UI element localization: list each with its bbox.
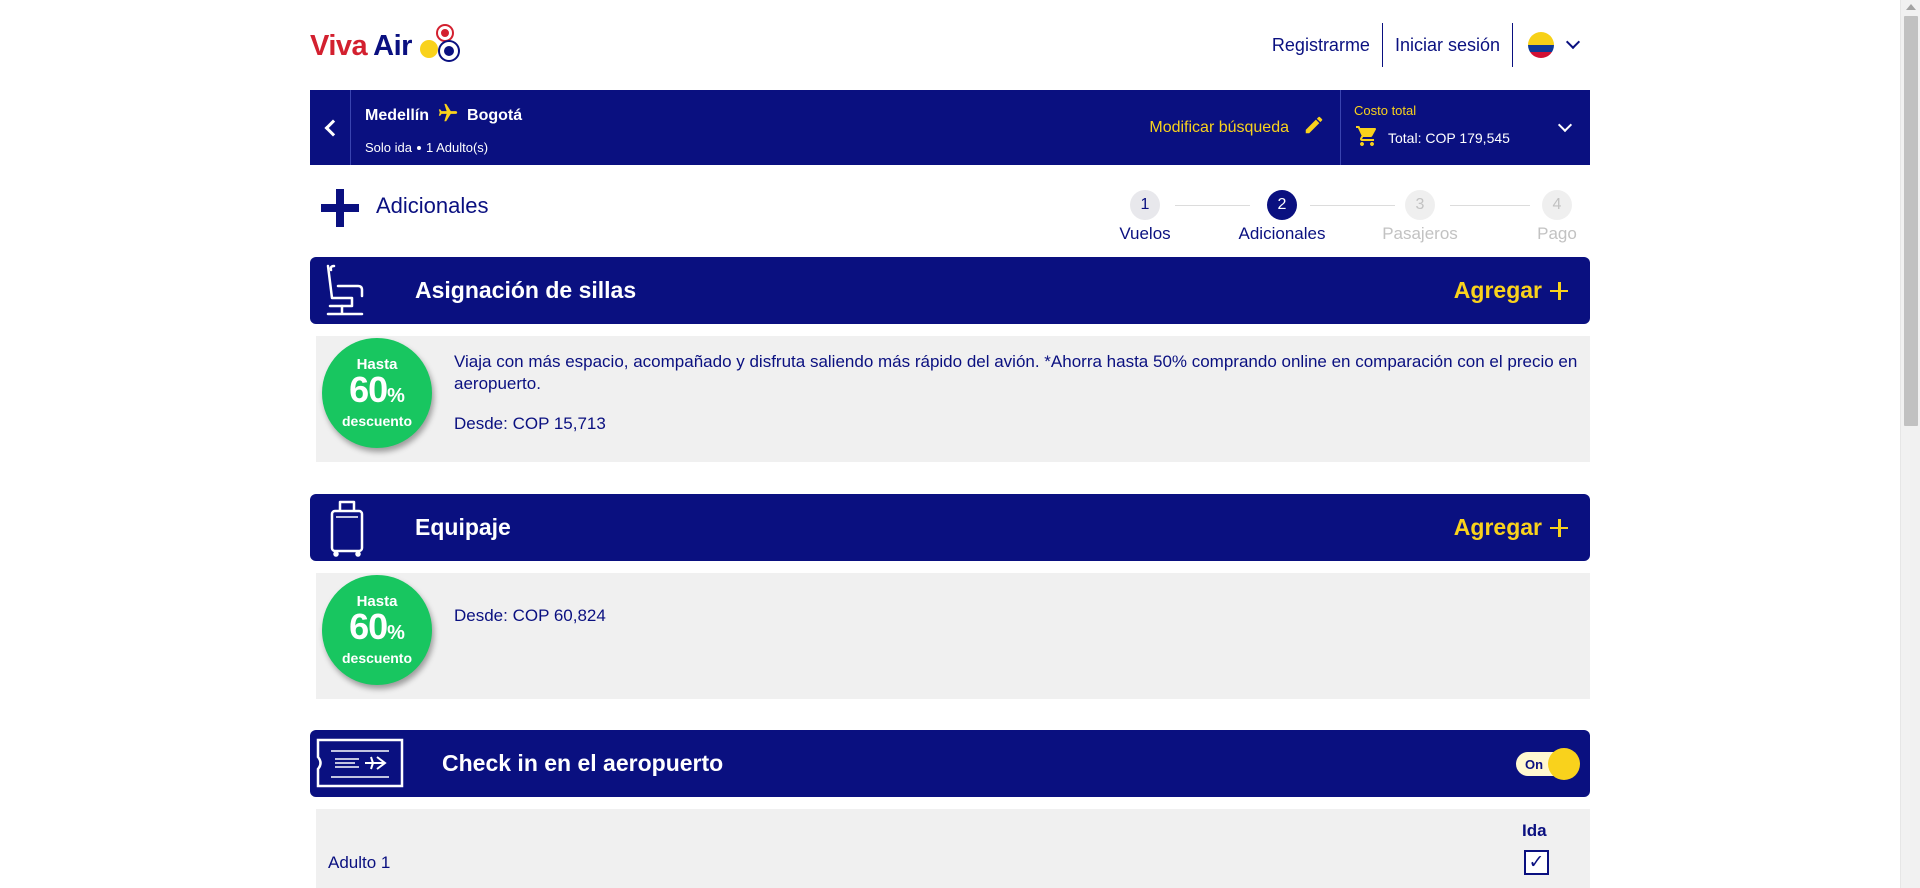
checkin-toggle[interactable]: On: [1516, 748, 1580, 780]
colombia-flag-icon: [1528, 32, 1554, 58]
badge-percent-sign: %: [387, 385, 405, 407]
badge-percent-value: 60: [349, 606, 388, 647]
toggle-label: On: [1525, 757, 1544, 772]
luggage-header[interactable]: Equipaje Agregar: [310, 494, 1590, 561]
booking-stepper: 1 Vuelos 2 Adicionales 3 Pasajeros 4 Pag…: [1070, 190, 1590, 250]
badge-top-text: Hasta: [356, 356, 398, 373]
viva-air-logo[interactable]: Viva Air: [310, 24, 464, 68]
total-cost-dropdown[interactable]: Costo total Total: COP 179,545: [1340, 90, 1590, 165]
plus-icon: [1550, 281, 1568, 300]
step-label: Adicionales: [1238, 224, 1326, 243]
page: Viva Air Registrarme Iniciar sesión Mede…: [0, 0, 1920, 888]
logo-air-text: Air: [373, 29, 412, 62]
plane-icon: [437, 102, 459, 130]
pencil-icon: [1303, 114, 1325, 141]
destination-city: Bogotá: [467, 107, 523, 124]
seat-add-button[interactable]: Agregar: [1454, 257, 1568, 324]
toggle-knob: [1548, 748, 1580, 780]
total-cost-label: Costo total: [1354, 103, 1417, 118]
step-vuelos[interactable]: 1 Vuelos: [1085, 190, 1205, 244]
trip-type: Solo ida: [365, 140, 412, 155]
ida-checkbox[interactable]: ✓: [1524, 850, 1549, 875]
seat-assignment-header[interactable]: Asignación de sillas Agregar: [310, 257, 1590, 324]
step-number: 1: [1130, 190, 1160, 220]
step-number: 2: [1267, 190, 1297, 220]
cart-icon: [1354, 124, 1380, 151]
passenger-count: 1 Adulto(s): [425, 140, 489, 155]
header-nav: Registrarme Iniciar sesión: [1260, 22, 1590, 68]
modify-search-label: Modificar búsqueda: [1149, 118, 1289, 136]
back-button[interactable]: [310, 90, 351, 165]
register-link[interactable]: Registrarme: [1260, 23, 1382, 67]
step-label: Vuelos: [1119, 224, 1171, 243]
luggage-title: Equipaje: [415, 514, 511, 540]
badge-percent-sign: %: [387, 622, 405, 644]
chevron-down-icon: [1557, 117, 1573, 133]
chevron-down-icon: [1565, 34, 1581, 50]
passenger-name: Adulto 1: [328, 853, 391, 872]
step-pago: 4 Pago: [1497, 190, 1617, 244]
seat-assignment-body: Hasta 60% descuento Viaja con más espaci…: [310, 336, 1590, 462]
badge-bottom-text: descuento: [341, 413, 412, 429]
page-title: Adicionales: [376, 193, 489, 218]
badge-percent-value: 60: [349, 369, 388, 410]
origin-city: Medellín: [365, 107, 430, 124]
luggage-add-label: Agregar: [1453, 514, 1542, 540]
country-selector[interactable]: [1513, 32, 1590, 58]
scrollbar-thumb[interactable]: [1904, 16, 1918, 426]
modify-search-button[interactable]: Modificar búsqueda: [1149, 90, 1325, 165]
search-summary-bar: Medellín Bogotá Solo ida 1 Adulto(s) Modi…: [310, 90, 1590, 165]
suitcase-icon: [322, 499, 372, 561]
step-pasajeros: 3 Pasajeros: [1360, 190, 1480, 244]
login-link[interactable]: Iniciar sesión: [1383, 23, 1512, 67]
badge-bottom-text: descuento: [341, 650, 412, 666]
step-adicionales[interactable]: 2 Adicionales: [1222, 190, 1342, 244]
page-scrollbar[interactable]: [1900, 0, 1920, 888]
logo-dots-icon: [416, 26, 464, 66]
logo-viva-text: Viva: [310, 29, 368, 62]
step-number: 4: [1542, 190, 1572, 220]
discount-badge: Hasta 60% descuento: [322, 338, 432, 448]
seat-price: Desde: COP 15,713: [454, 414, 606, 433]
step-label: Pasajeros: [1382, 224, 1458, 243]
seat-assignment-title: Asignación de sillas: [415, 277, 637, 303]
luggage-price: Desde: COP 60,824: [454, 606, 606, 625]
checkin-header: Check in en el aeropuerto On: [310, 730, 1590, 797]
checkin-passenger-panel: Ida Adulto 1 ✓: [316, 809, 1590, 888]
total-cost-value: Total: COP 179,545: [1388, 129, 1510, 146]
step-number: 3: [1405, 190, 1435, 220]
seat-info-panel: Hasta 60% descuento Viaja con más espaci…: [316, 336, 1590, 462]
plus-icon: [1550, 518, 1568, 537]
badge-top-text: Hasta: [356, 593, 398, 610]
seat-description: Viaja con más espacio, acompañado y disf…: [454, 352, 1578, 393]
discount-badge: Hasta 60% descuento: [322, 575, 432, 685]
luggage-add-button[interactable]: Agregar: [1454, 494, 1568, 561]
scroll-up-arrow-icon[interactable]: [1906, 4, 1916, 10]
ticket-icon: [315, 737, 405, 793]
luggage-body: Hasta 60% descuento Desde: COP 60,824: [310, 573, 1590, 699]
seat-add-label: Agregar: [1453, 277, 1542, 303]
separator-dot: [416, 146, 421, 150]
checkin-title: Check in en el aeropuerto: [442, 750, 724, 776]
top-header: Viva Air Registrarme Iniciar sesión: [310, 0, 1590, 90]
route-summary: Medellín Bogotá Solo ida 1 Adulto(s): [365, 102, 522, 155]
seat-icon: [322, 262, 372, 324]
chevron-left-icon: [324, 119, 342, 136]
ida-column-header: Ida: [1522, 821, 1547, 840]
step-label: Pago: [1537, 224, 1577, 243]
checkin-body: Ida Adulto 1 ✓: [310, 809, 1590, 888]
section-header: Adicionales 1 Vuelos 2 Adicionales 3 Pas…: [310, 165, 1590, 257]
luggage-info-panel: Hasta 60% descuento Desde: COP 60,824: [316, 573, 1590, 699]
plus-icon: [321, 189, 359, 227]
